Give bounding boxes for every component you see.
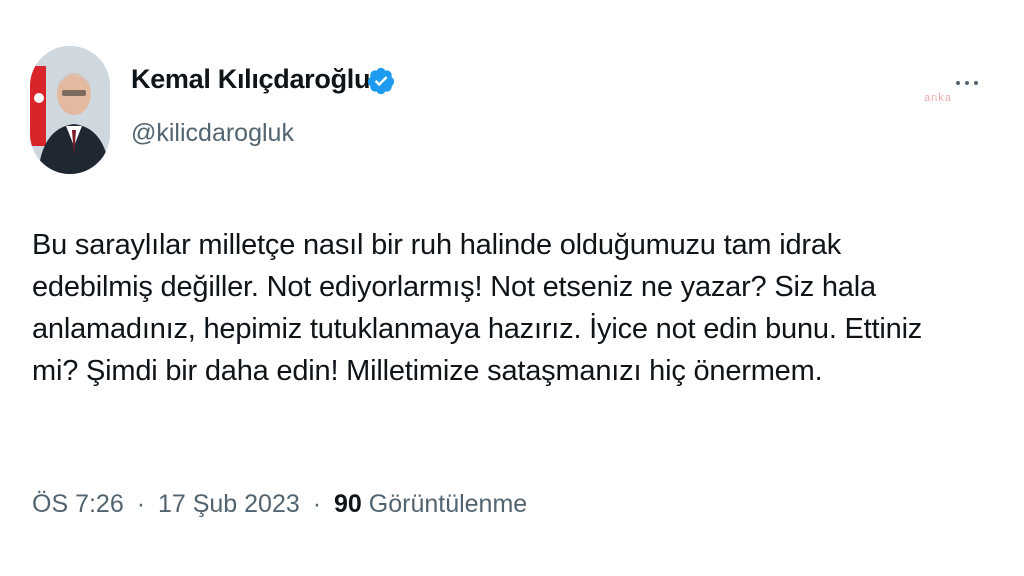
more-options-icon[interactable] <box>956 72 992 88</box>
watermark-logo: anka <box>924 92 952 104</box>
views-count[interactable]: 90 <box>334 490 362 518</box>
author-name[interactable]: Kemal Kılıçdaroğlu <box>131 64 370 95</box>
tweet-time[interactable]: ÖS 7:26 <box>32 490 124 518</box>
verified-badge-icon <box>367 67 395 95</box>
tweet-text: Bu saraylılar milletçe nasıl bir ruh hal… <box>32 229 923 387</box>
views-label: Görüntülenme <box>368 490 528 518</box>
author-handle[interactable]: @kilicdarogluk <box>131 119 294 148</box>
meta-separator: · <box>136 490 146 518</box>
meta-separator: · <box>312 490 322 518</box>
avatar[interactable] <box>30 46 110 174</box>
tweet-meta: ÖS 7:26 · 17 Şub 2023 · 90 Görüntülenme <box>32 490 527 519</box>
tweet-card: Kemal Kılıçdaroğlu @kilicdarogluk anka B… <box>0 0 1024 576</box>
tweet-date[interactable]: 17 Şub 2023 <box>158 490 300 518</box>
